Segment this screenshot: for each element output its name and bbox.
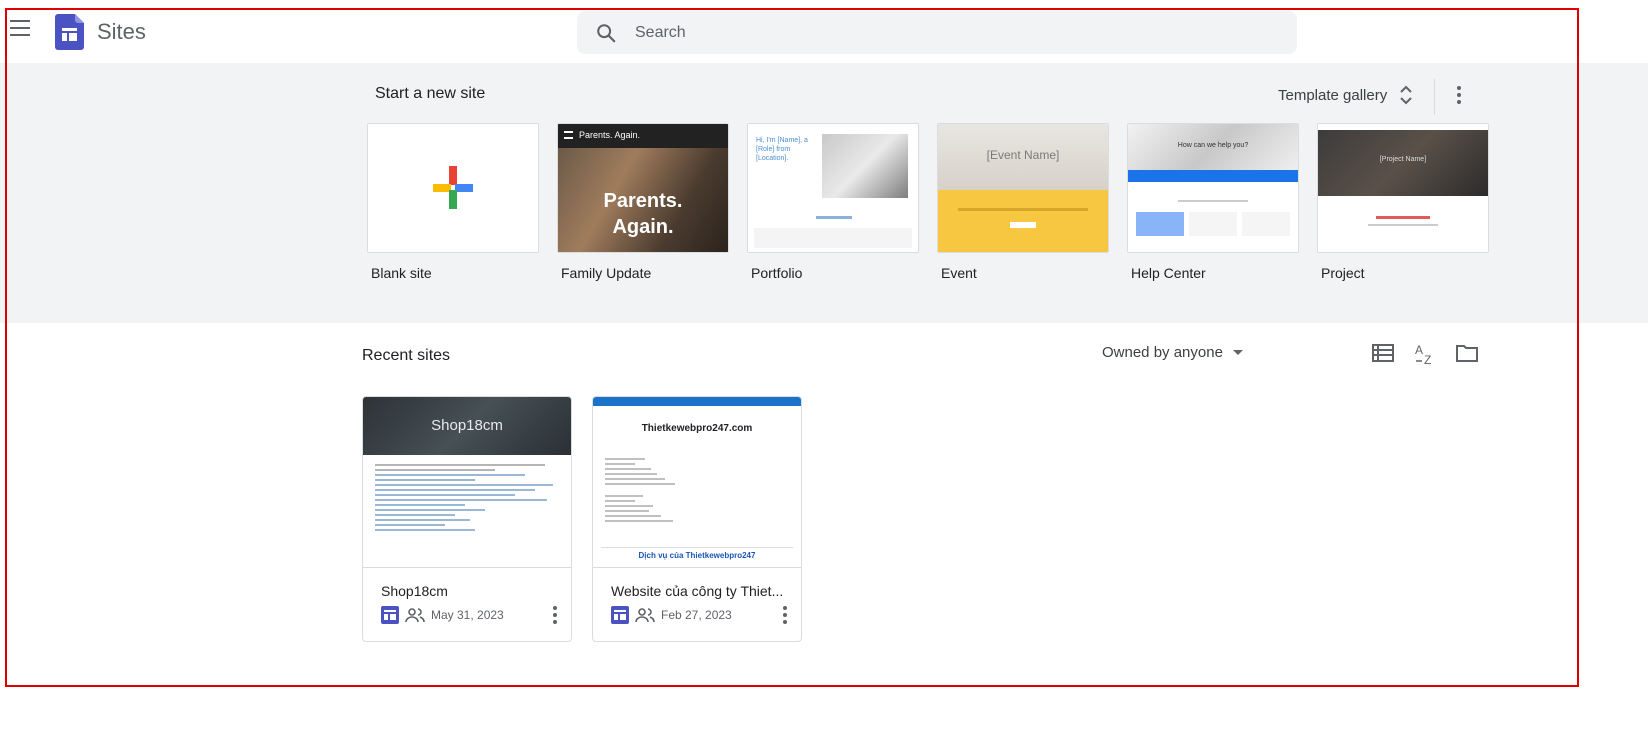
template-help-center[interactable]: How can we help you? Help Center — [1127, 123, 1299, 281]
app-title: Sites — [97, 19, 146, 44]
people-icon — [405, 608, 425, 623]
template-thumbnail: How can we help you? — [1127, 123, 1299, 253]
sites-logo-icon[interactable] — [55, 14, 84, 50]
site-name: Shop18cm — [381, 583, 448, 599]
search-icon[interactable] — [595, 22, 617, 44]
app-header: Sites — [0, 0, 1648, 64]
more-vert-icon[interactable] — [543, 603, 567, 627]
folder-icon[interactable] — [1454, 340, 1480, 366]
template-gallery-label: Template gallery — [1278, 86, 1388, 104]
template-thumbnail: Hi, I'm [Name], a [Role] from [Location]… — [747, 123, 919, 253]
template-family-update[interactable]: Parents. Again. Parents. Again. Family U… — [557, 123, 729, 281]
divider — [1434, 79, 1435, 115]
people-icon — [635, 608, 655, 623]
template-section: Start a new site Template gallery Blank … — [0, 63, 1648, 323]
template-thumbnail: [Event Name] — [937, 123, 1109, 253]
template-thumbnail: [Project Name] — [1317, 123, 1489, 253]
template-thumbnail: Parents. Again. Parents. Again. — [557, 123, 729, 253]
svg-text:Z: Z — [1424, 353, 1431, 366]
template-blank-site[interactable]: Blank site — [367, 123, 539, 281]
site-thumbnail: Thietkewebpro247.com Dịch vụ của Thietke… — [593, 397, 801, 568]
template-label: Portfolio — [751, 265, 803, 281]
hamburger-icon — [10, 20, 30, 22]
more-vert-icon[interactable] — [1447, 83, 1471, 107]
owner-filter-dropdown[interactable]: Owned by anyone — [1102, 344, 1243, 361]
owner-filter-label: Owned by anyone — [1102, 344, 1223, 361]
plus-icon — [433, 166, 473, 209]
recent-site-card[interactable]: Thietkewebpro247.com Dịch vụ của Thietke… — [592, 396, 802, 642]
dropdown-caret-icon — [1232, 350, 1243, 355]
template-thumbnail — [367, 123, 539, 253]
site-date: Feb 27, 2023 — [661, 608, 732, 622]
more-vert-icon[interactable] — [773, 603, 797, 627]
template-project[interactable]: [Project Name] Project — [1317, 123, 1489, 281]
search-bar[interactable] — [577, 11, 1297, 54]
template-gallery-button[interactable]: Template gallery — [1278, 85, 1413, 105]
template-portfolio[interactable]: Hi, I'm [Name], a [Role] from [Location]… — [747, 123, 919, 281]
template-event[interactable]: [Event Name] Event — [937, 123, 1109, 281]
template-label: Project — [1321, 265, 1365, 281]
site-icon — [381, 606, 399, 624]
template-label: Blank site — [371, 265, 432, 281]
template-label: Family Update — [561, 265, 652, 281]
portfolio-photo — [822, 134, 908, 198]
unfold-icon — [1400, 85, 1412, 105]
site-date: May 31, 2023 — [431, 608, 504, 622]
site-thumbnail: Shop18cm — [363, 397, 571, 568]
main-menu-button[interactable] — [10, 20, 32, 40]
template-label: Help Center — [1131, 265, 1206, 281]
site-icon — [611, 606, 629, 624]
recent-sites-title: Recent sites — [362, 347, 451, 364]
list-view-icon[interactable] — [1370, 340, 1396, 366]
svg-text:A: A — [1415, 343, 1423, 357]
recent-site-card[interactable]: Shop18cm Shop18cm May 31, 2023 — [362, 396, 572, 642]
section-title: Start a new site — [375, 85, 486, 102]
template-label: Event — [941, 265, 977, 281]
hamburger-icon — [564, 131, 573, 139]
site-name: Website của công ty Thiet... — [611, 583, 784, 599]
sort-az-icon[interactable]: A Z — [1412, 340, 1438, 366]
search-input[interactable] — [633, 20, 1277, 46]
